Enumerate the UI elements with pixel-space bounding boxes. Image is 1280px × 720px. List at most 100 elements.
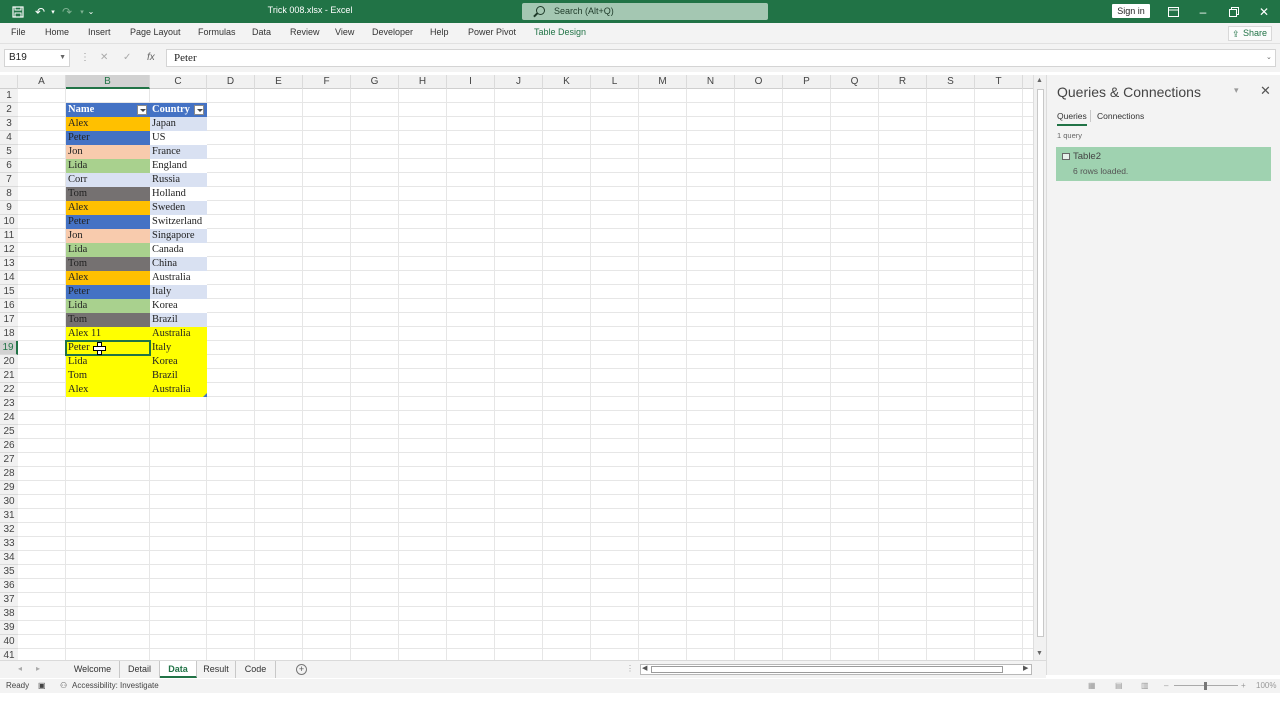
row-header-33[interactable]: 33 [0, 537, 18, 551]
scroll-down-icon[interactable]: ▼ [1036, 650, 1043, 657]
row-header-25[interactable]: 25 [0, 425, 18, 439]
table-cell-country[interactable]: England [150, 159, 207, 173]
table-cell-country[interactable]: Switzerland [150, 215, 207, 229]
column-header-f[interactable]: F [303, 75, 351, 89]
sheet-tab-data[interactable]: Data [160, 661, 197, 678]
column-header-o[interactable]: O [735, 75, 783, 89]
table-cell-country[interactable]: Japan [150, 117, 207, 131]
page-layout-view-icon[interactable]: ▤ [1115, 681, 1123, 690]
restore-icon[interactable] [1225, 3, 1243, 20]
row-header-32[interactable]: 32 [0, 523, 18, 537]
table-cell-name[interactable]: Peter [66, 215, 150, 229]
zoom-level[interactable]: 100% [1256, 681, 1276, 690]
row-header-40[interactable]: 40 [0, 635, 18, 649]
row-header-5[interactable]: 5 [0, 145, 18, 159]
table-cell-country[interactable]: US [150, 131, 207, 145]
table-cell-country[interactable]: Australia [150, 271, 207, 285]
row-header-13[interactable]: 13 [0, 257, 18, 271]
tab-connections[interactable]: Connections [1097, 111, 1144, 121]
row-header-27[interactable]: 27 [0, 453, 18, 467]
row-header-4[interactable]: 4 [0, 131, 18, 145]
column-header-t[interactable]: T [975, 75, 1023, 89]
column-header-h[interactable]: H [399, 75, 447, 89]
query-item-table2[interactable]: Table2 6 rows loaded. [1056, 147, 1271, 181]
insert-function-icon[interactable]: fx [147, 52, 155, 63]
row-header-8[interactable]: 8 [0, 187, 18, 201]
vertical-scrollbar[interactable]: ▲ ▼ [1033, 75, 1046, 660]
sheet-tab-result[interactable]: Result [197, 661, 236, 678]
tab-page-layout[interactable]: Page Layout [130, 27, 181, 37]
cancel-icon[interactable]: ✕ [100, 52, 108, 63]
row-header-15[interactable]: 15 [0, 285, 18, 299]
table-cell-name[interactable]: Tom [66, 369, 150, 383]
row-header-9[interactable]: 9 [0, 201, 18, 215]
column-header-g[interactable]: G [351, 75, 399, 89]
formula-input[interactable]: Peter [166, 49, 1276, 67]
table-cell-country[interactable]: Australia [150, 383, 207, 397]
table-cell-name[interactable]: Alex [66, 117, 150, 131]
row-header-23[interactable]: 23 [0, 397, 18, 411]
table-cell-name[interactable]: Tom [66, 313, 150, 327]
table-cell-name[interactable]: Jon [66, 145, 150, 159]
row-header-17[interactable]: 17 [0, 313, 18, 327]
table-cell-name[interactable]: Peter [66, 131, 150, 145]
column-header-p[interactable]: P [783, 75, 831, 89]
worksheet-grid[interactable]: ABCDEFGHIJKLMNOPQRST 1 2 3 4 5 6 7 8 9 10 11 12 13 14… [0, 75, 1033, 660]
zoom-slider-thumb[interactable] [1204, 682, 1207, 690]
column-header-a[interactable]: A [18, 75, 66, 89]
sheet-tab-detail[interactable]: Detail [120, 661, 160, 678]
zoom-in-icon[interactable]: + [1241, 681, 1246, 690]
tab-power-pivot[interactable]: Power Pivot [468, 27, 516, 37]
table-cell-name[interactable]: Lida [66, 355, 150, 369]
column-header-b[interactable]: B [66, 75, 150, 89]
filter-dropdown-icon[interactable] [194, 105, 204, 115]
horizontal-scrollbar[interactable]: ◀ ▶ [640, 664, 1032, 675]
row-header-29[interactable]: 29 [0, 481, 18, 495]
column-header-l[interactable]: L [591, 75, 639, 89]
tab-file[interactable]: File [11, 27, 26, 37]
column-header-q[interactable]: Q [831, 75, 879, 89]
row-header-26[interactable]: 26 [0, 439, 18, 453]
table-cell-name[interactable]: Peter [65, 340, 151, 356]
column-header-e[interactable]: E [255, 75, 303, 89]
tab-table-design[interactable]: Table Design [534, 27, 586, 37]
table-cell-country[interactable]: Canada [150, 243, 207, 257]
close-window-icon[interactable]: ✕ [1255, 3, 1273, 20]
table-cell-country[interactable]: Korea [150, 355, 207, 369]
table-cell-country[interactable]: France [150, 145, 207, 159]
add-sheet-icon[interactable]: + [296, 664, 307, 675]
scroll-left-icon[interactable]: ◀ [642, 664, 647, 672]
row-header-2[interactable]: 2 [0, 103, 18, 117]
vertical-scroll-thumb[interactable] [1037, 89, 1044, 637]
row-header-10[interactable]: 10 [0, 215, 18, 229]
table-cell-name[interactable]: Jon [66, 229, 150, 243]
row-header-35[interactable]: 35 [0, 565, 18, 579]
tab-home[interactable]: Home [45, 27, 69, 37]
row-header-22[interactable]: 22 [0, 383, 18, 397]
table-cell-name[interactable]: Lida [66, 243, 150, 257]
row-header-41[interactable]: 41 [0, 649, 18, 660]
accessibility-status[interactable]: Accessibility: Investigate [72, 681, 159, 690]
table-cell-name[interactable]: Lida [66, 159, 150, 173]
row-header-28[interactable]: 28 [0, 467, 18, 481]
prev-sheet-icon[interactable]: ◂ [18, 664, 22, 673]
column-header-m[interactable]: M [639, 75, 687, 89]
sheet-tab-welcome[interactable]: Welcome [66, 661, 120, 678]
tab-view[interactable]: View [335, 27, 354, 37]
row-header-12[interactable]: 12 [0, 243, 18, 257]
close-pane-icon[interactable]: ✕ [1260, 83, 1271, 99]
tab-help[interactable]: Help [430, 27, 449, 37]
sign-in-button[interactable]: Sign in [1112, 4, 1150, 18]
select-all-corner[interactable] [0, 75, 18, 89]
name-box-dropdown-icon[interactable]: ▼ [59, 50, 66, 66]
column-header-k[interactable]: K [543, 75, 591, 89]
tab-developer[interactable]: Developer [372, 27, 413, 37]
row-header-1[interactable]: 1 [0, 89, 18, 103]
table-cell-name[interactable]: Alex [66, 201, 150, 215]
search-box[interactable]: Search (Alt+Q) [522, 3, 768, 20]
tab-formulas[interactable]: Formulas [198, 27, 236, 37]
row-header-39[interactable]: 39 [0, 621, 18, 635]
page-break-view-icon[interactable]: ▥ [1141, 681, 1149, 690]
row-header-30[interactable]: 30 [0, 495, 18, 509]
table-cell-name[interactable]: Corr [66, 173, 150, 187]
